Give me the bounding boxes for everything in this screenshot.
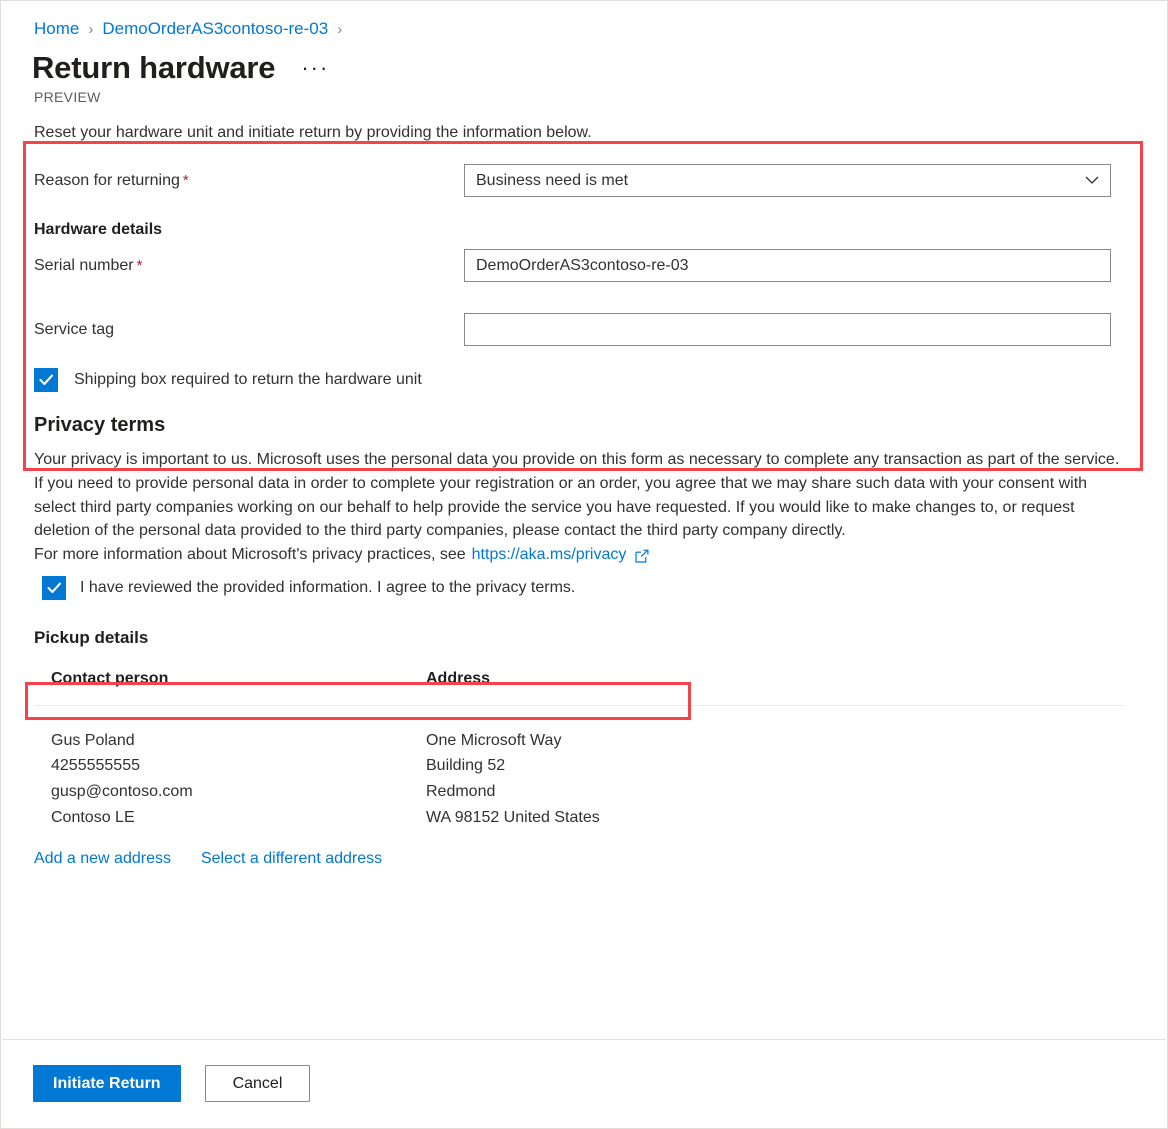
more-options-icon[interactable]: ··· [295,57,335,79]
address-city: Redmond [426,783,496,801]
contact-phone: 4255555555 [51,757,140,775]
page-title-row: Return hardware ··· [1,39,1167,85]
add-new-address-link[interactable]: Add a new address [34,850,171,868]
initiate-return-button[interactable]: Initiate Return [33,1065,181,1102]
reason-selected-value: Business need is met [476,171,629,189]
field-service-tag: Service tag [34,313,1134,347]
contact-person-cell: Gus Poland 4255555555 gusp@contoso.com C… [34,705,409,831]
column-header-address: Address [409,669,1124,706]
intro-text: Reset your hardware unit and initiate re… [34,124,592,142]
service-tag-label: Service tag [34,321,464,339]
pickup-details-table: Contact person Address Gus Poland 425555… [34,669,1124,832]
service-tag-label-text: Service tag [34,320,115,338]
column-header-contact-person: Contact person [34,669,409,706]
contact-company: Contoso LE [51,809,135,827]
form-content: Reset your hardware unit and initiate re… [1,105,1167,886]
address-region: WA 98152 United States [426,809,600,827]
serial-number-label: Serial number * [34,257,464,275]
required-marker: * [136,256,143,274]
footer-action-bar: Initiate Return Cancel [2,1039,1166,1127]
page-title: Return hardware [32,50,276,85]
table-header-row: Contact person Address [34,669,1124,706]
checkbox-checked-icon[interactable] [42,575,66,600]
table-row: Gus Poland 4255555555 gusp@contoso.com C… [34,705,1124,831]
privacy-agree-label[interactable]: I have reviewed the provided information… [80,579,575,597]
pickup-details-heading: Pickup details [34,627,149,647]
select-different-address-link[interactable]: Select a different address [201,850,382,868]
privacy-terms-heading: Privacy terms [34,414,166,437]
return-hardware-page: Home › DemoOrderAS3contoso-re-03 › Retur… [0,0,1168,1129]
chevron-right-icon: › [88,20,94,38]
field-serial-number: Serial number * [34,249,1134,283]
breadcrumb: Home › DemoOrderAS3contoso-re-03 › [1,1,1167,39]
privacy-link-line: For more information about Microsoft's p… [34,546,1134,564]
field-reason-for-returning: Reason for returning * Business need is m… [34,164,1134,198]
address-line1: One Microsoft Way [426,731,562,749]
breadcrumb-item-order[interactable]: DemoOrderAS3contoso-re-03 [102,19,328,39]
reason-select[interactable]: Business need is met [464,164,1111,198]
shipping-box-checkbox-row[interactable]: Shipping box required to return the hard… [34,368,1134,393]
privacy-link-prefix: For more information about Microsoft's p… [34,545,466,563]
shipping-box-label[interactable]: Shipping box required to return the hard… [74,371,422,389]
serial-number-input[interactable] [464,249,1111,283]
address-line2: Building 52 [426,757,506,775]
service-tag-input[interactable] [464,313,1111,347]
breadcrumb-item-home[interactable]: Home [34,19,79,39]
reason-select-wrap: Business need is met [464,164,1111,198]
chevron-right-icon: › [337,20,343,38]
preview-badge: PREVIEW [34,89,101,106]
serial-number-label-text: Serial number [34,256,134,274]
address-actions: Add a new address Select a different add… [34,850,1134,886]
privacy-terms-body: Your privacy is important to us. Microso… [34,451,1120,540]
cancel-button[interactable]: Cancel [204,1065,311,1102]
privacy-policy-link[interactable]: https://aka.ms/privacy [472,546,627,564]
contact-email: gusp@contoso.com [51,783,193,801]
required-marker: * [182,171,189,189]
reason-label-text: Reason for returning [34,171,180,189]
contact-name: Gus Poland [51,731,135,749]
checkbox-checked-icon[interactable] [34,368,58,393]
reason-label: Reason for returning * [34,172,464,190]
privacy-agree-checkbox-row[interactable]: I have reviewed the provided information… [34,575,1134,600]
hardware-details-heading: Hardware details [34,221,163,239]
address-cell: One Microsoft Way Building 52 Redmond WA… [409,705,1124,831]
external-link-icon[interactable] [635,549,649,563]
